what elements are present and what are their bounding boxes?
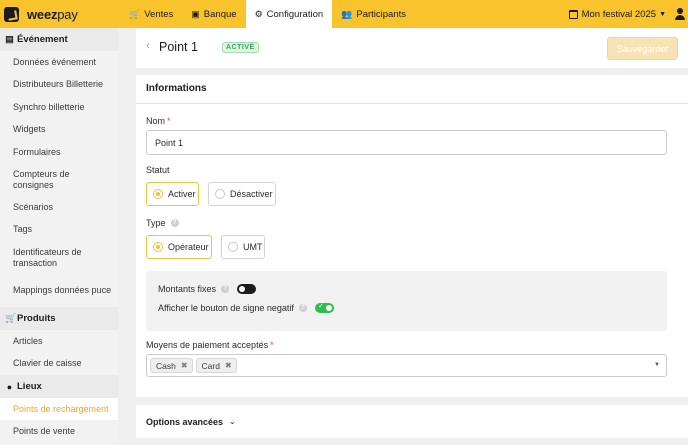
save-button[interactable]: Sauvegarder (607, 37, 678, 60)
options-panel: Montants fixes ? Afficher le bouton de s… (146, 271, 667, 331)
nav-banque[interactable]: ▣ Banque (182, 0, 245, 28)
radio-activer[interactable]: Activer (146, 182, 199, 206)
advanced-options-toggle[interactable]: Options avancées ⌄ (136, 405, 688, 438)
sidebar-section-produits: 🛒 Produits (0, 307, 118, 330)
sidebar: ▤ Événement Données événement Distributeu… (0, 28, 118, 445)
required-marker: * (167, 116, 171, 126)
help-icon: ? (170, 219, 179, 227)
radio-unselected-icon (228, 242, 238, 252)
montants-toggle[interactable] (237, 284, 257, 294)
logo-icon (4, 6, 19, 22)
section-title: Informations (146, 83, 207, 94)
gear-icon: ⚙ (254, 8, 263, 19)
nav-ventes[interactable]: 🛒 Ventes (120, 0, 182, 28)
chevron-down-icon[interactable]: ▼ (654, 362, 660, 368)
statut-label: Statut (146, 165, 170, 175)
radio-selected-icon (153, 242, 163, 252)
pin-icon: ● (6, 381, 13, 392)
required-marker: * (270, 340, 274, 350)
nom-input[interactable]: Point 1 (146, 130, 667, 155)
sidebar-section-evenement: ▤ Événement (0, 28, 118, 51)
calendar-icon (568, 9, 578, 19)
radio-unselected-icon (215, 189, 225, 199)
remove-icon[interactable]: ✖ (181, 361, 188, 370)
status-badge: ACTIVÉ (222, 42, 259, 53)
top-bar: weezpay 🛒 Ventes ▣ Banque ⚙ Configuration 👥… (0, 0, 688, 28)
sidebar-item-scenarios[interactable]: Scénarios (0, 196, 118, 218)
signe-toggle[interactable] (314, 302, 334, 313)
user-icon[interactable] (674, 8, 686, 20)
users-icon: 👥 (341, 8, 353, 19)
sidebar-item-widgets[interactable]: Widgets (0, 118, 118, 141)
festival-selector[interactable]: Mon festival 2025 ▼ (568, 9, 666, 20)
radio-desactiver[interactable]: Désactiver (208, 182, 276, 206)
sidebar-item-articles[interactable]: Articles (0, 330, 118, 352)
page-header: ‹ Point 1 ACTIVÉ Sauvegarder (136, 28, 688, 68)
main-nav: 🛒 Ventes ▣ Banque ⚙ Configuration 👥 Particip… (120, 0, 415, 28)
informations-card: Informations Nom * Point 1 Statut Activer… (136, 75, 688, 397)
sidebar-item-donnees-evenement[interactable]: Données événement (0, 51, 118, 73)
chip-cash: Cash ✖ (150, 358, 193, 373)
page-title: Point 1 (159, 40, 198, 54)
sidebar-item-synchro[interactable]: Synchro billetterie (0, 96, 118, 118)
help-icon: ? (221, 285, 230, 293)
nav-participants[interactable]: 👥 Participants (332, 0, 415, 28)
nav-configuration[interactable]: ⚙ Configuration (245, 0, 333, 28)
sidebar-item-tags[interactable]: Tags (0, 218, 118, 241)
divider (136, 103, 688, 104)
sidebar-item-points-vente[interactable]: Points de vente (0, 420, 118, 443)
back-chevron-icon[interactable]: ‹ (146, 40, 150, 52)
main-content: ‹ Point 1 ACTIVÉ Sauvegarder Information… (118, 28, 688, 445)
sidebar-item-mappings[interactable]: Mappings données puce (0, 274, 118, 307)
logo-text: weezpay (27, 6, 78, 22)
sidebar-item-distributeurs[interactable]: Distributeurs Billetterie (0, 73, 118, 96)
calendar-icon: ▤ (5, 34, 14, 44)
sidebar-item-identificateurs[interactable]: Identificateurs de transaction (0, 241, 118, 274)
chevron-down-icon: ⌄ (229, 417, 236, 426)
sidebar-item-clavier[interactable]: Clavier de caisse (0, 352, 118, 375)
signe-row: Afficher le bouton de signe negatif ? (158, 302, 334, 313)
sidebar-item-formulaires[interactable]: Formulaires (0, 141, 118, 163)
radio-umt[interactable]: UMT (221, 235, 265, 259)
sidebar-item-compteurs[interactable]: Compteurs de consignes (0, 163, 118, 196)
weezpay-logo[interactable]: weezpay (0, 0, 78, 28)
radio-operateur[interactable]: Opérateur (146, 235, 212, 259)
moyens-label: Moyens de paiement acceptés * (146, 340, 274, 350)
payment-methods-select[interactable]: Cash ✖ Card ✖ ▼ (146, 354, 667, 377)
remove-icon[interactable]: ✖ (225, 361, 232, 370)
type-label: Type? (146, 218, 179, 228)
cart-icon: 🛒 (5, 313, 17, 323)
radio-selected-icon (153, 189, 163, 199)
sidebar-section-lieux: ● Lieux (0, 375, 118, 398)
bank-icon: ▣ (191, 8, 200, 19)
cart-icon: 🛒 (129, 8, 141, 19)
help-icon: ? (298, 304, 307, 312)
chevron-down-icon: ▼ (659, 10, 666, 18)
nom-label: Nom * (146, 116, 171, 126)
montants-row: Montants fixes ? (158, 284, 257, 294)
chip-card: Card ✖ (195, 358, 237, 373)
sidebar-item-points-rechargement[interactable]: Points de rechargement (0, 398, 118, 420)
